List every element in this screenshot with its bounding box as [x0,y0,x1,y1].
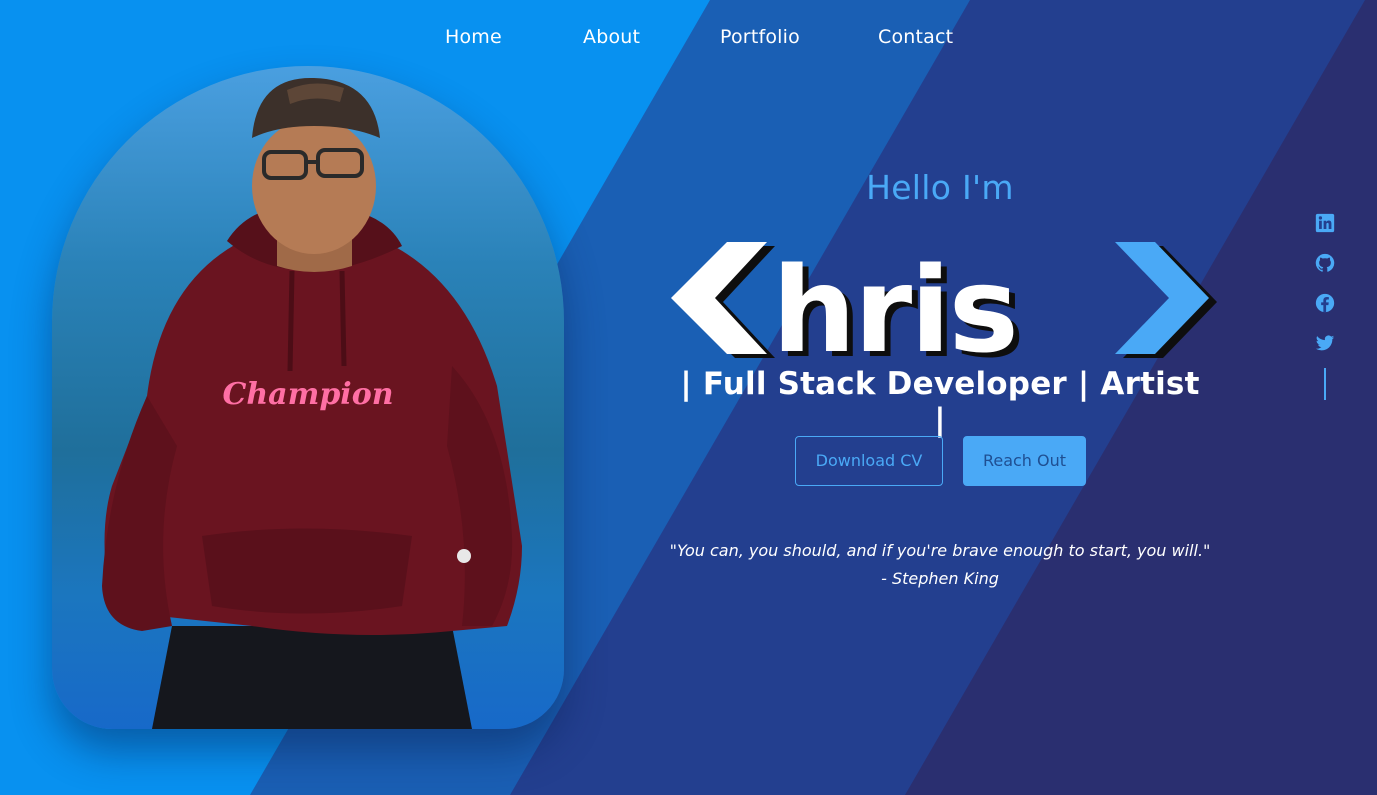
profile-photo: Champion [52,66,564,729]
portrait-illustration: Champion [102,77,522,729]
github-icon [1315,253,1335,272]
facebook-icon [1315,293,1335,313]
quote-block: "You can, you should, and if you're brav… [660,537,1220,593]
nav-link-about[interactable]: About [583,26,640,48]
nav-link-home[interactable]: Home [445,26,502,48]
social-divider-line [1324,368,1326,400]
shirt-logo-text: Champion [222,377,393,412]
twitter-icon [1315,335,1335,351]
download-cv-button[interactable]: Download CV [795,436,943,486]
quote-author: - Stephen King [881,569,999,588]
nav-link-contact[interactable]: Contact [878,26,953,48]
name-logo: hris hris [665,240,1220,384]
linkedin-icon [1315,213,1335,233]
logo-name-text: hris [772,241,1017,360]
greeting-text: Hello I'm [866,168,1014,207]
reach-out-button[interactable]: Reach Out [963,436,1086,486]
github-link[interactable] [1314,252,1336,274]
quote-text: "You can, you should, and if you're brav… [669,541,1211,560]
twitter-link[interactable] [1314,332,1336,354]
nav-link-portfolio[interactable]: Portfolio [720,26,800,48]
tagline: | Full Stack Developer | Artist | [680,366,1200,438]
right-chevron-icon [1115,242,1209,354]
facebook-link[interactable] [1314,292,1336,314]
linkedin-link[interactable] [1314,212,1336,234]
